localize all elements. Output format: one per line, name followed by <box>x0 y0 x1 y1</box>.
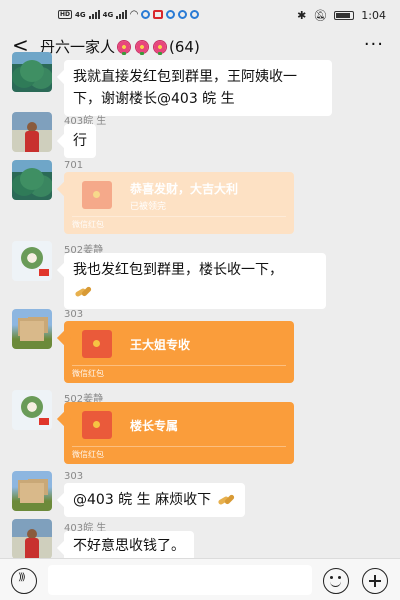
red-packet-divider <box>72 446 286 447</box>
network-label-1: 4G <box>75 10 86 19</box>
sender-avatar[interactable] <box>12 112 52 152</box>
chat-header: < 丹六一家人 (64) ··· <box>0 30 400 60</box>
status-right-icons: ✱ 🔕︎ 1:04 <box>297 9 386 22</box>
sender-name: 303 <box>64 471 84 482</box>
message-text: 不好意思收钱了。 <box>73 538 185 554</box>
red-packet-footer: 微信红包 <box>72 450 104 459</box>
red-packet-icon <box>82 181 112 209</box>
app-notification-icon-3 <box>177 10 187 19</box>
message-bubble[interactable]: @403 皖 生 麻烦收下 <box>64 483 245 517</box>
flower-icon <box>134 39 150 55</box>
status-time: 1:04 <box>361 9 386 22</box>
sender-avatar[interactable] <box>12 52 52 92</box>
network-label-2: 4G <box>102 10 114 19</box>
red-packet[interactable]: 恭喜发财，大吉大利 已被领完 微信红包 <box>64 172 294 234</box>
bluetooth-icon: ✱ <box>297 9 307 22</box>
red-packet-title: 恭喜发财，大吉大利 <box>130 182 239 196</box>
sender-avatar[interactable] <box>12 309 52 349</box>
sender-avatar[interactable] <box>12 160 52 200</box>
voice-icon[interactable] <box>11 568 37 594</box>
flower-icon <box>116 39 132 55</box>
signal-icon <box>88 10 100 19</box>
red-packet[interactable]: 楼长专属 微信红包 <box>64 402 294 464</box>
wifi-icon: ◠ <box>130 9 138 20</box>
message-text: 行 <box>73 133 87 149</box>
message-bubble[interactable]: 我也发红包到群里，楼长收一下， <box>64 253 326 309</box>
app-notification-icon-4 <box>189 10 199 19</box>
mute-icon: 🔕︎ <box>313 9 328 22</box>
red-packet-footer: 微信红包 <box>72 369 104 378</box>
red-packet[interactable]: 王大姐专收 微信红包 <box>64 321 294 383</box>
message-text: 我就直接发红包到群里，王阿姨收一下，谢谢楼长@403 皖 生 <box>73 69 297 107</box>
message-text: @403 皖 生 麻烦收下 <box>73 492 212 508</box>
battery-icon <box>334 11 355 20</box>
emoji-icon[interactable] <box>323 568 349 594</box>
message-bubble[interactable]: 我就直接发红包到群里，王阿姨收一下，谢谢楼长@403 皖 生 <box>64 60 332 116</box>
input-bar <box>0 558 400 600</box>
sender-avatar[interactable] <box>12 241 52 281</box>
red-packet-status: 已被领完 <box>130 202 167 212</box>
red-packet-icon <box>82 411 112 439</box>
plus-icon[interactable] <box>362 568 388 594</box>
member-count: (64) <box>169 37 200 56</box>
clap-icon <box>218 495 236 505</box>
red-packet-footer: 微信红包 <box>72 220 104 229</box>
sender-avatar[interactable] <box>12 519 52 559</box>
status-left-icons: HD 4G 4G ◠ <box>58 9 199 20</box>
app-notification-icon-2 <box>165 10 175 19</box>
app-notification-icon <box>140 10 150 19</box>
sender-avatar[interactable] <box>12 390 52 430</box>
signal-icon-2 <box>116 10 128 19</box>
sender-avatar[interactable] <box>12 471 52 511</box>
message-input[interactable] <box>48 565 312 595</box>
red-packet-divider <box>72 216 286 217</box>
message-bubble[interactable]: 行 <box>64 124 96 158</box>
red-packet-icon <box>82 330 112 358</box>
more-dots-icon[interactable]: ··· <box>364 34 384 55</box>
red-packet-divider <box>72 365 286 366</box>
sim-label-1: HD <box>58 10 73 19</box>
status-bar: HD 4G 4G ◠ ✱ 🔕︎ 1:04 <box>0 0 400 30</box>
sender-name: 303 <box>64 309 84 320</box>
chat-title: 丹六一家人 (64) <box>40 36 200 57</box>
clap-icon <box>75 287 93 297</box>
red-packet-title: 王大姐专收 <box>130 338 191 352</box>
message-bubble[interactable]: 不好意思收钱了。 <box>64 531 194 561</box>
app-notification-icon-red <box>152 10 163 19</box>
red-packet-title: 楼长专属 <box>130 419 179 433</box>
sender-name: 701 <box>64 160 84 171</box>
message-text: 我也发红包到群里，楼长收一下， <box>73 262 283 278</box>
flower-icon <box>152 39 168 55</box>
